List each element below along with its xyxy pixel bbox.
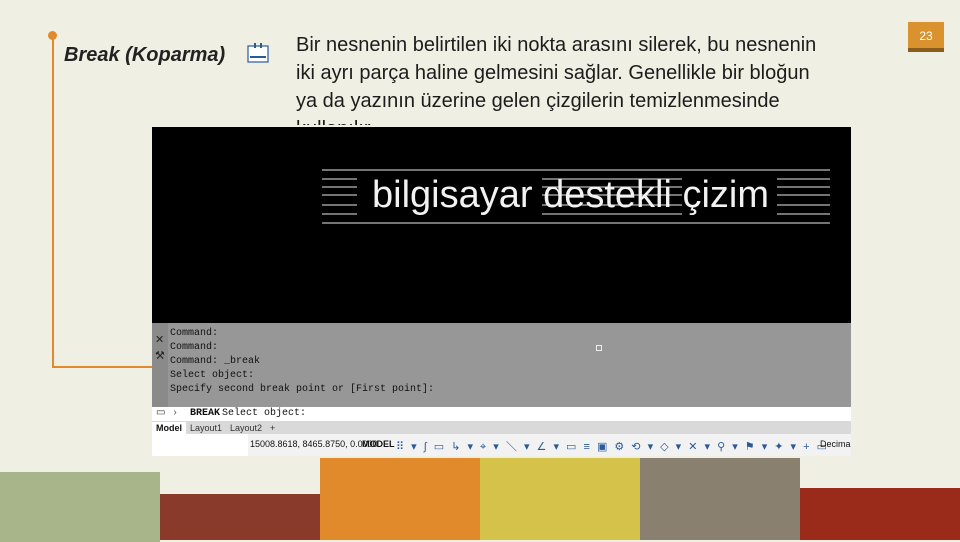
strip-block (800, 488, 960, 540)
status-blank (152, 434, 248, 456)
strip-block (320, 458, 480, 540)
bracket-line-horizontal (52, 366, 156, 368)
cad-screenshot: bilgisayar destekli çizim ✕ ⚒ Command: C… (152, 127, 851, 456)
page-number-badge: 23 (908, 22, 944, 52)
strip-block (160, 494, 320, 540)
status-coordinates: 15008.8618, 8465.8750, 0.0000 (250, 439, 378, 449)
bracket-line-vertical (52, 36, 54, 368)
strip-block (0, 472, 160, 542)
command-line: Select object: (170, 370, 255, 381)
tab-add[interactable]: + (266, 422, 279, 434)
tab-layout1[interactable]: Layout1 (186, 422, 226, 434)
status-units[interactable]: Decimal (820, 439, 851, 449)
drawing-text: bilgisayar destekli çizim (372, 174, 769, 216)
command-prompt: Select object: (222, 408, 307, 419)
command-line: Command: (170, 342, 219, 353)
break-icon (247, 42, 269, 64)
command-gutter: ✕ ⚒ (152, 323, 168, 407)
strip-block (640, 458, 800, 540)
tab-layout2[interactable]: Layout2 (226, 422, 266, 434)
status-toolbar-icons[interactable]: ⠿ ▾ ∫ ▭ ↳ ▾ ⌖ ▾ ＼ ▾ ∠ ▾ ▭ ≡ ▣ ⚙ ⟲ ▾ ◇ ▾ … (396, 438, 829, 454)
slide-title: Break (Koparma) (64, 44, 226, 66)
command-name: BREAK (190, 408, 221, 419)
command-line: Specify second break point or [First poi… (170, 384, 435, 395)
drawing-canvas[interactable]: bilgisayar destekli çizim (152, 127, 851, 323)
close-icon[interactable]: ✕ (155, 333, 164, 346)
pick-cursor (596, 345, 602, 351)
status-bar: 15008.8618, 8465.8750, 0.0000 MODEL ⠿ ▾ … (152, 434, 851, 456)
command-input[interactable]: ▭ › BREAK Select object: (152, 407, 851, 421)
layout-tabs: Model Layout1 Layout2 + (152, 421, 851, 434)
strip-block (480, 458, 640, 540)
status-space-button[interactable]: MODEL (362, 439, 395, 449)
slide-description: Bir nesnenin belirtilen iki nokta arasın… (296, 34, 817, 125)
tab-model[interactable]: Model (152, 422, 186, 434)
command-line: Command: (170, 328, 219, 339)
wrench-icon[interactable]: ⚒ (155, 349, 165, 362)
command-history: ✕ ⚒ Command: Command: Command: _break Se… (152, 323, 851, 407)
command-arrow-icon: › (172, 408, 179, 419)
command-line: Command: _break (170, 356, 261, 367)
command-prompt-icon: ▭ (156, 408, 166, 419)
